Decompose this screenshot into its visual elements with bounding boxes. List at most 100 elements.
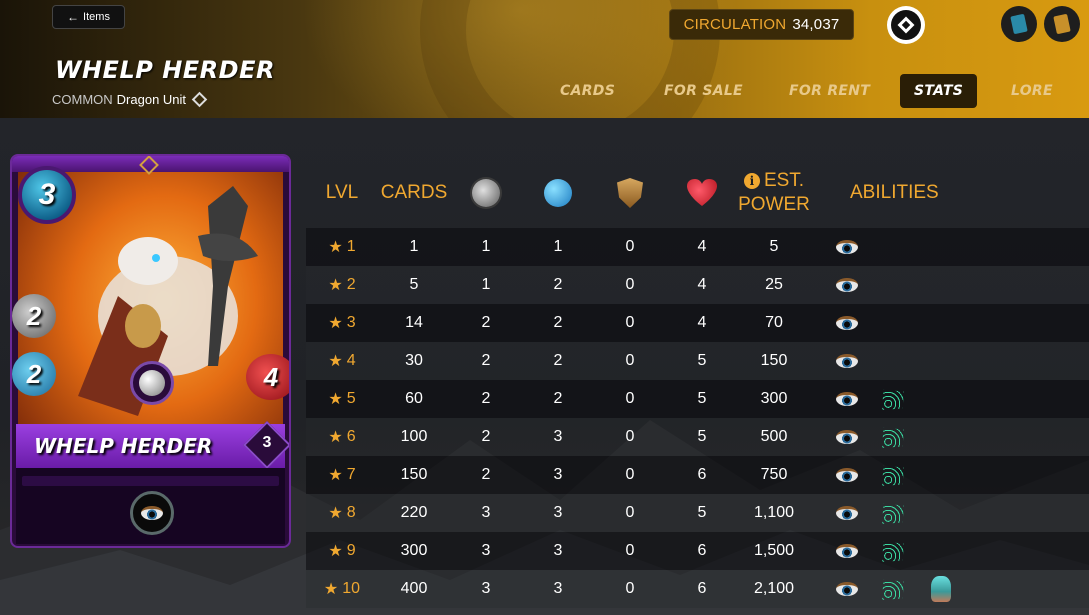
ability-web-icon[interactable] [880, 500, 906, 526]
level-value: 5 [346, 390, 356, 407]
cell-melee: 3 [481, 580, 491, 597]
cell-cards: 60 [405, 390, 423, 407]
col-lvl: LVL [325, 182, 359, 203]
ability-eye-icon[interactable] [834, 234, 860, 260]
cell-lvl: ★ 1 [306, 228, 378, 266]
cell-armor: 0 [625, 542, 635, 559]
card-ability-eye-icon [130, 491, 174, 535]
cell-melee: 3 [481, 542, 491, 559]
ability-web-icon[interactable] [880, 386, 906, 412]
cell-armor: 0 [625, 504, 635, 521]
ability-eye-icon[interactable] [834, 576, 860, 602]
blue-card-view-button[interactable] [1001, 6, 1037, 42]
table-row: ★ 8 220 3 3 0 5 1,100 [306, 494, 1089, 532]
cell-power: 1,500 [753, 542, 795, 559]
card-gold-icon [1053, 13, 1071, 35]
ability-eye-icon[interactable] [834, 538, 860, 564]
health-icon [687, 179, 717, 207]
star-icon: ★ [328, 429, 343, 446]
ability-web-icon[interactable] [880, 424, 906, 450]
arrow-left-icon: ← [67, 10, 80, 24]
cell-power: 500 [760, 428, 788, 445]
ability-eye-icon[interactable] [834, 386, 860, 412]
cell-cards: 30 [405, 352, 423, 369]
back-to-items-button[interactable]: ← Items [52, 5, 125, 29]
rarity-label: COMMON [52, 92, 113, 107]
ability-web-icon[interactable] [880, 462, 906, 488]
ability-eye-icon[interactable] [834, 310, 860, 336]
cell-ranged: 3 [553, 542, 563, 559]
ability-eye-icon[interactable] [834, 348, 860, 374]
ability-eye-icon[interactable] [834, 500, 860, 526]
health-stat-badge: 4 [246, 354, 289, 400]
cell-lvl: ★ 9 [306, 532, 378, 570]
cell-armor: 0 [625, 580, 635, 597]
cell-health: 6 [697, 466, 707, 483]
cell-power: 2,100 [753, 580, 795, 597]
cell-lvl: ★ 5 [306, 380, 378, 418]
cell-health: 5 [697, 390, 707, 407]
level-value: 2 [346, 276, 356, 293]
cell-ranged: 3 [553, 428, 563, 445]
ability-web-icon[interactable] [880, 538, 906, 564]
cell-melee: 2 [481, 390, 491, 407]
cell-cards: 300 [400, 542, 428, 559]
tab-for-sale[interactable]: FOR SALE [650, 74, 757, 108]
star-icon: ★ [328, 467, 343, 484]
cell-ranged: 2 [553, 352, 563, 369]
card-blue-icon [1010, 13, 1028, 35]
table-row: ★ 1 1 1 1 0 4 5 [306, 228, 1089, 266]
cell-power: 150 [760, 352, 788, 369]
col-armor [594, 158, 666, 228]
header-bar: ← Items WHELP HERDER COMMON Dragon Unit … [0, 0, 1089, 118]
col-abilities: ABILITIES [850, 182, 939, 203]
star-icon: ★ [328, 315, 343, 332]
star-icon: ★ [328, 353, 343, 370]
cell-power: 300 [760, 390, 788, 407]
ability-eye-icon[interactable] [834, 272, 860, 298]
card-name: WHELP HERDER [34, 434, 213, 458]
cell-ranged: 3 [553, 504, 563, 521]
tab-lore[interactable]: LORE [997, 74, 1067, 108]
stats-table-body: ★ 1 1 1 1 0 4 5 ★ 2 5 1 2 0 4 25 ★ 3 14 2 2 0 4 70 ★ 4 30 2 2 0 5 150 ★ 5… [306, 228, 1089, 608]
ability-trap-icon[interactable] [928, 576, 954, 602]
ability-web-icon[interactable] [880, 576, 906, 602]
cell-melee: 1 [481, 276, 491, 293]
cell-cards: 1 [409, 238, 419, 255]
circulation-badge: CIRCULATION 34,037 [669, 9, 854, 40]
tab-for-rent[interactable]: FOR RENT [775, 74, 884, 108]
tab-cards[interactable]: CARDS [546, 74, 629, 108]
cell-lvl: ★ 8 [306, 494, 378, 532]
tab-stats[interactable]: STATS [900, 74, 978, 108]
stats-table-header: LVL CARDS i EST. POWER ABILITIES [306, 158, 1089, 228]
table-row: ★ 7 150 2 3 0 6 750 [306, 456, 1089, 494]
armor-icon [617, 178, 643, 208]
ability-eye-icon[interactable] [834, 424, 860, 450]
edition-icon [191, 91, 208, 108]
cell-health: 5 [697, 352, 707, 369]
cell-cards: 14 [405, 314, 423, 331]
cell-melee: 2 [481, 352, 491, 369]
star-icon: ★ [328, 277, 343, 294]
info-icon[interactable]: i [743, 173, 760, 189]
mana-cost-badge: 3 [18, 166, 76, 224]
cell-lvl: ★ 3 [306, 304, 378, 342]
cell-power: 750 [760, 466, 788, 483]
ability-eye-icon[interactable] [834, 462, 860, 488]
cell-health: 4 [697, 238, 707, 255]
cell-lvl: ★ 7 [306, 456, 378, 494]
table-row: ★ 2 5 1 2 0 4 25 [306, 266, 1089, 304]
cell-melee: 2 [481, 466, 491, 483]
col-est-power: i EST. POWER [738, 170, 810, 215]
star-icon: ★ [328, 239, 343, 256]
gold-card-view-button[interactable] [1044, 6, 1080, 42]
cell-health: 5 [697, 504, 707, 521]
cell-lvl: ★ 2 [306, 266, 378, 304]
cell-health: 5 [697, 428, 707, 445]
table-row: ★ 10 400 3 3 0 6 2,100 [306, 570, 1089, 608]
edition-logo-icon[interactable] [887, 6, 925, 44]
level-value: 7 [346, 466, 356, 483]
cell-cards: 150 [400, 466, 428, 483]
cell-health: 6 [697, 542, 707, 559]
cell-power: 1,100 [753, 504, 795, 521]
